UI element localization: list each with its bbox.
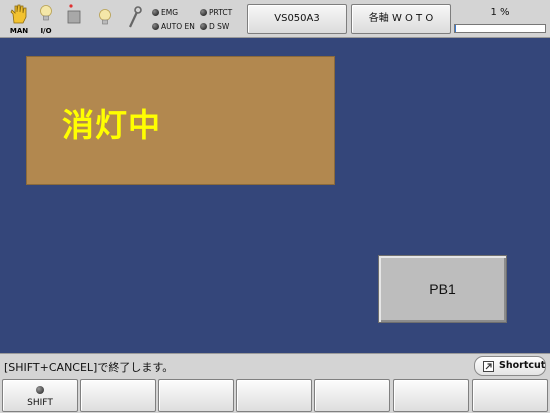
manual-mode-indicator[interactable]: MAN — [7, 3, 31, 35]
auto-en-label: AUTO EN — [161, 22, 195, 31]
function-key-bar: SHIFT — [0, 377, 550, 413]
motor-indicator[interactable] — [62, 3, 86, 35]
lightbulb-icon — [99, 9, 111, 25]
pb1-button[interactable]: PB1 — [378, 255, 507, 323]
shortcut-icon — [483, 361, 494, 372]
stop-block-icon — [67, 4, 81, 24]
dsw-indicator: D SW — [200, 21, 229, 32]
hand-icon — [10, 4, 27, 24]
function-key-1[interactable]: SHIFT — [2, 379, 78, 412]
robot-type-button[interactable]: VS050A3 — [247, 4, 347, 34]
speed-indicator[interactable]: 1 % — [454, 4, 546, 34]
emg-label: EMG — [161, 8, 179, 17]
indicator-leds: EMG PRTCT AUTO EN D SW — [152, 7, 244, 33]
axis-mode-button[interactable]: 各軸 W O T O — [351, 4, 451, 34]
manual-mode-caption: MAN — [9, 27, 29, 35]
auto-en-indicator: AUTO EN — [152, 21, 195, 32]
shortcut-button[interactable]: Shortcut — [474, 356, 546, 376]
function-key-label: SHIFT — [27, 398, 53, 408]
led-icon — [152, 23, 159, 30]
light-indicator[interactable] — [93, 3, 117, 35]
shift-led-icon — [36, 386, 44, 394]
speed-bar — [454, 24, 546, 33]
prtct-label: PRTCT — [209, 8, 233, 17]
io-caption: I/O — [40, 27, 52, 35]
emg-indicator: EMG — [152, 7, 178, 18]
prtct-indicator: PRTCT — [200, 7, 232, 18]
lamp-indicator: 消灯中 — [26, 56, 335, 185]
lightbulb-icon — [40, 5, 52, 21]
status-message: [SHIFT+CANCEL]で終了します。 — [4, 361, 174, 374]
message-bar: [SHIFT+CANCEL]で終了します。 Shortcut — [0, 353, 550, 377]
led-icon — [200, 9, 207, 16]
lamp-status-text: 消灯中 — [62, 106, 162, 144]
function-key-3[interactable] — [158, 379, 234, 412]
speed-bar-fill — [455, 25, 456, 32]
speed-text: 1 % — [490, 7, 510, 18]
function-key-7[interactable] — [472, 379, 548, 412]
function-key-6[interactable] — [393, 379, 469, 412]
wrench-icon — [129, 6, 142, 28]
dsw-label: D SW — [209, 22, 230, 31]
shortcut-label: Shortcut — [499, 360, 546, 371]
led-icon — [200, 23, 207, 30]
function-key-4[interactable] — [236, 379, 312, 412]
io-indicator[interactable]: I/O — [34, 3, 58, 35]
function-key-5[interactable] — [314, 379, 390, 412]
tool-indicator[interactable] — [122, 3, 146, 35]
led-icon — [152, 9, 159, 16]
status-bar: MAN I/O EMG PRTCT AUTO EN D SW VS050A3 各… — [0, 0, 550, 38]
function-key-2[interactable] — [80, 379, 156, 412]
